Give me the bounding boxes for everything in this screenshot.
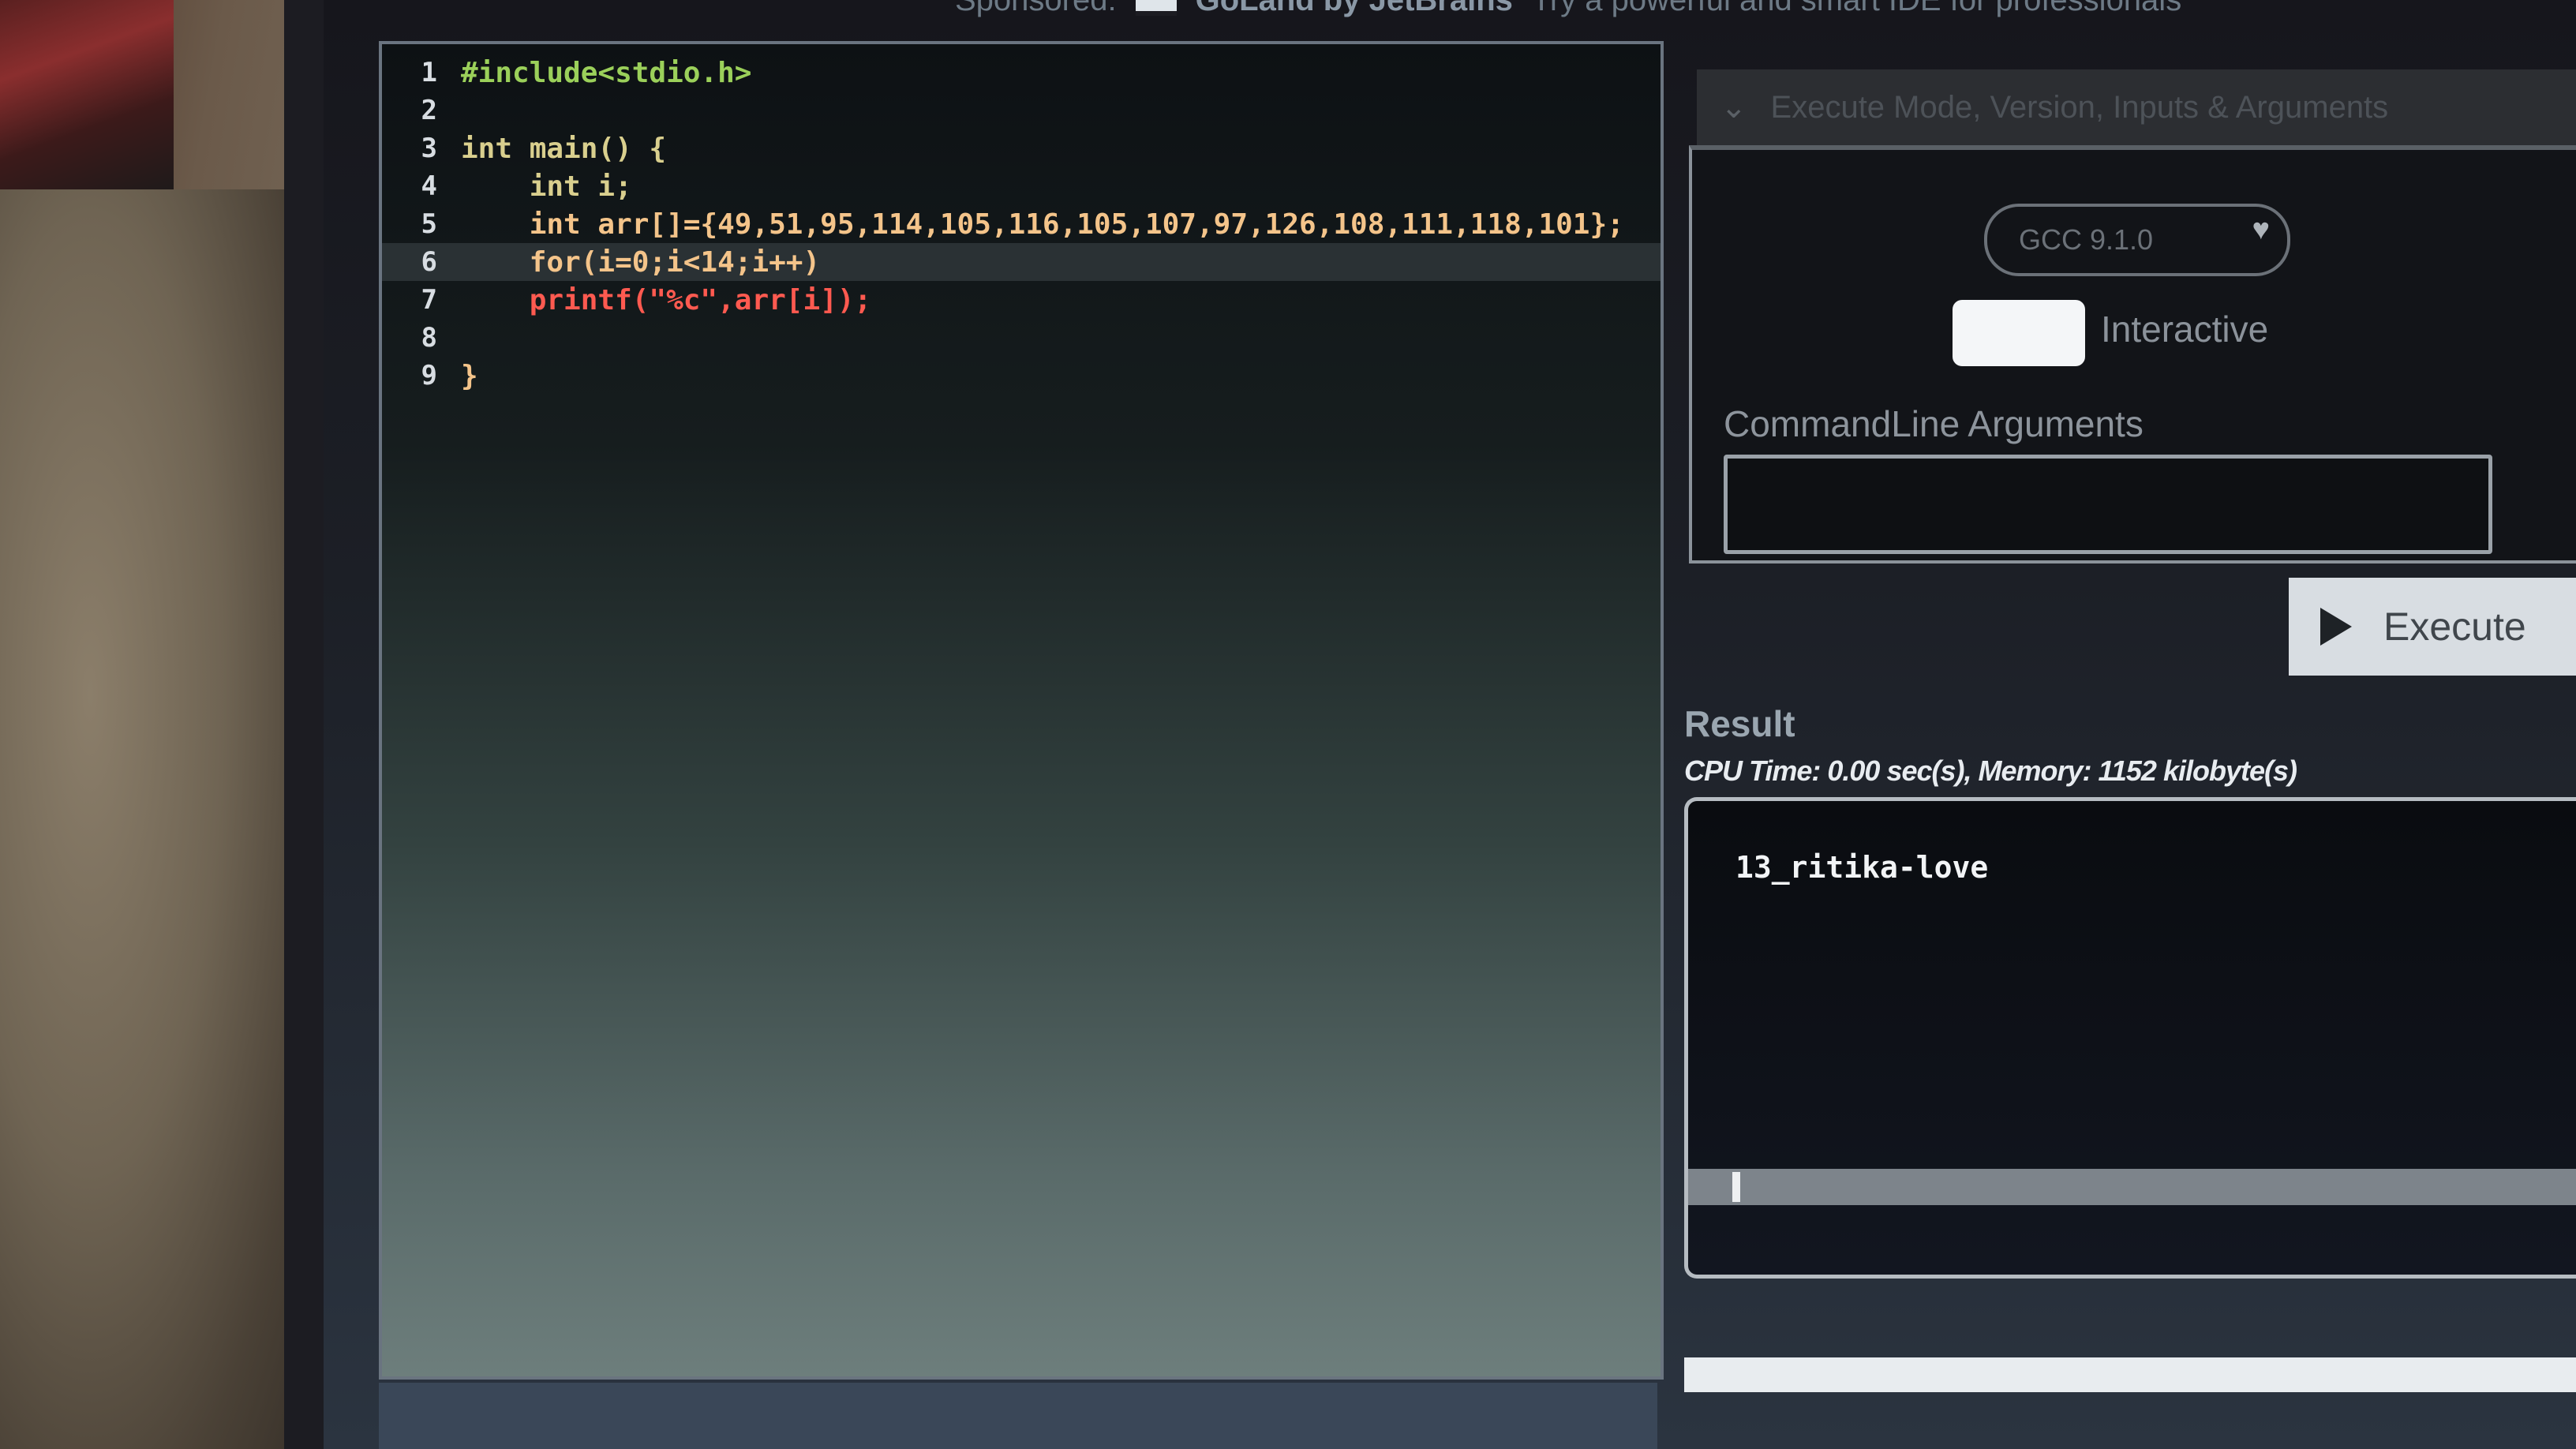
interactive-toggle[interactable] (1953, 300, 2085, 366)
code-line[interactable]: 1 #include<stdio.h> (382, 54, 1661, 92)
cushion (0, 189, 300, 1449)
horizontal-scrollbar[interactable] (1688, 1169, 2576, 1205)
sponsor-tagline[interactable]: Try a powerful and smart IDE for profess… (1532, 0, 2181, 18)
sponsor-label: Sponsored: (955, 0, 1117, 18)
bottom-panel-bar (1684, 1357, 2576, 1392)
interactive-label: Interactive (2101, 309, 2269, 350)
code-line-active[interactable]: 6 for(i=0;i<14;i++) (382, 243, 1661, 281)
code-text: int main() { (461, 132, 667, 165)
execute-options-panel: GCC 9.1.0 ♥ Interactive CommandLine Argu… (1689, 145, 2576, 564)
code-text: for(i=0;i<14;i++) (461, 245, 821, 279)
scrollbar-thumb[interactable] (1732, 1172, 1740, 1202)
sponsor-brand-link[interactable]: GoLand by JetBrains (1196, 0, 1513, 18)
cli-arguments-label: CommandLine Arguments (1724, 403, 2144, 444)
execute-button-label: Execute (2383, 605, 2526, 649)
code-line[interactable]: 2 (382, 92, 1661, 129)
line-number: 8 (421, 322, 437, 354)
jetbrains-logo-icon (1135, 0, 1177, 16)
chevron-down-icon: ♥ (2252, 213, 2270, 246)
code-line[interactable]: 4 int i; (382, 167, 1661, 205)
screen: Sponsored: GoLand by JetBrains Try a pow… (324, 0, 2576, 1449)
line-number: 2 (421, 95, 437, 126)
result-output-text: 13_ritika-love (1735, 850, 1989, 885)
result-output-box[interactable]: 13_ritika-love (1684, 797, 2576, 1279)
execute-mode-title: Execute Mode, Version, Inputs & Argument… (1770, 89, 2389, 125)
execute-mode-header[interactable]: ⌄ Execute Mode, Version, Inputs & Argume… (1697, 69, 2576, 145)
code-line[interactable]: 7 printf("%c",arr[i]); (382, 281, 1661, 319)
compiler-version-value: GCC 9.1.0 (2019, 223, 2154, 256)
line-number: 1 (421, 57, 437, 88)
sponsor-bar: Sponsored: GoLand by JetBrains Try a pow… (955, 0, 2181, 21)
line-number: 5 (421, 208, 437, 240)
code-line[interactable]: 8 (382, 319, 1661, 357)
result-stats: CPU Time: 0.00 sec(s), Memory: 1152 kilo… (1684, 754, 2297, 787)
code-text: int arr[]={49,51,95,114,105,116,105,107,… (461, 208, 1624, 241)
code-line[interactable]: 5 int arr[]={49,51,95,114,105,116,105,10… (382, 205, 1661, 243)
code-text: #include<stdio.h> (461, 56, 752, 89)
code-line[interactable]: 9 } (382, 357, 1661, 395)
line-number: 6 (421, 246, 437, 278)
fabric-edge (0, 0, 174, 205)
execute-button[interactable]: Execute (2289, 578, 2576, 676)
line-number: 3 (421, 133, 437, 164)
line-number: 4 (421, 170, 437, 202)
code-text: } (461, 359, 478, 392)
code-line[interactable]: 3 int main() { (382, 129, 1661, 167)
result-title: Result (1684, 703, 1795, 744)
chevron-down-icon: ⌄ (1720, 90, 1747, 125)
code-text: printf("%c",arr[i]); (461, 283, 872, 316)
line-number: 7 (421, 284, 437, 316)
code-editor[interactable]: 1 #include<stdio.h> 2 3 int main() { 4 i… (379, 41, 1664, 1380)
line-number: 9 (421, 360, 437, 391)
editor-footer (379, 1383, 1657, 1449)
cli-arguments-input[interactable] (1724, 455, 2492, 554)
code-text: int i; (461, 170, 632, 203)
play-icon (2320, 608, 2352, 646)
compiler-version-select[interactable]: GCC 9.1.0 ♥ (1984, 204, 2290, 276)
